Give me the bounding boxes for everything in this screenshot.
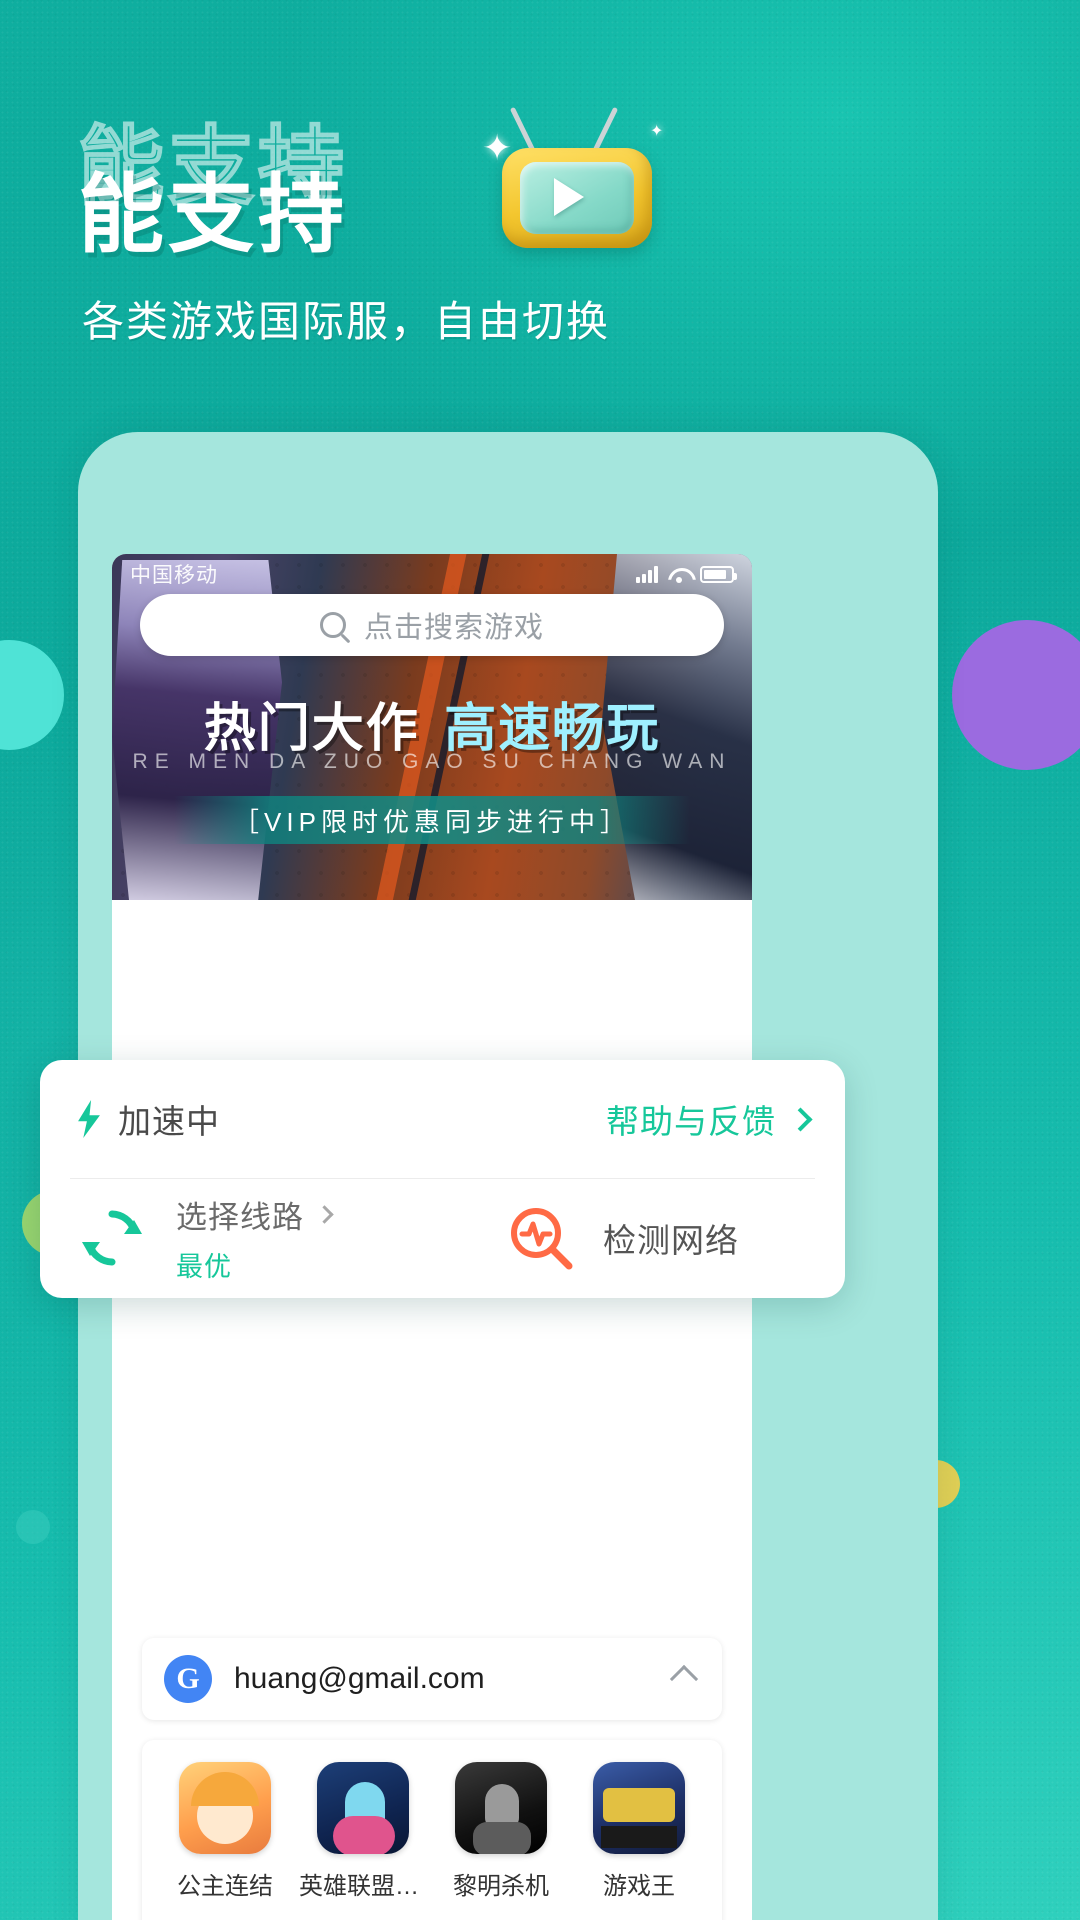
acceleration-card: 加速中 帮助与反馈 选择线路 最优 检测网络 — [40, 1060, 845, 1298]
banner-pinyin: RE MEN DA ZUO GAO SU CHANG WAN — [132, 750, 732, 773]
selected-route-value: 最优 — [176, 1252, 232, 1282]
search-placeholder: 点击搜索游戏 — [363, 612, 544, 644]
game-item-princess[interactable]: 公主连结 — [156, 1762, 294, 1901]
route-title-row: 选择线路 — [176, 1192, 334, 1237]
acceleration-status-label: 加速中 — [118, 1103, 220, 1140]
search-icon — [319, 612, 346, 638]
tv-body — [502, 148, 652, 248]
wifi-icon — [668, 566, 690, 583]
chevron-up-icon[interactable] — [669, 1664, 699, 1694]
game-grid: 公主连结 英雄联盟手游 黎明杀机 游戏王 植物大战僵.. — [156, 1762, 708, 1920]
game-icon-lol — [317, 1762, 409, 1854]
help-feedback-label: 帮助与反馈 — [606, 1103, 776, 1140]
hero-subtitle: 各类游戏国际服，自由切换 — [82, 298, 611, 345]
game-item-yugioh[interactable]: 游戏王 — [570, 1762, 708, 1901]
vip-promo-text: ［VIP限时优惠同步进行中］ — [233, 806, 631, 837]
select-route-button[interactable]: 选择线路 最优 — [76, 1192, 334, 1284]
page-title: 能支持 — [78, 167, 348, 263]
signal-bars-icon — [636, 565, 658, 583]
game-label: 黎明杀机 — [453, 1873, 549, 1900]
carrier-label: 中国移动 — [130, 564, 218, 587]
chevron-right-icon — [315, 1205, 334, 1224]
game-label: 公主连结 — [177, 1873, 273, 1900]
app-hero-banner: 中国移动 点击搜索游戏 热门大作 高速畅玩 RE MEN DA ZUO GAO … — [112, 554, 752, 900]
refresh-circle-icon — [76, 1202, 148, 1274]
play-triangle-icon — [554, 178, 584, 216]
select-route-label: 选择线路 — [176, 1200, 304, 1235]
game-item-dbd[interactable]: 黎明杀机 — [432, 1762, 570, 1901]
google-avatar: G — [164, 1655, 212, 1703]
acceleration-card-body: 选择线路 最优 检测网络 — [40, 1179, 845, 1297]
account-row[interactable]: G huang@gmail.com — [142, 1638, 722, 1720]
acceleration-card-header: 加速中 帮助与反馈 — [40, 1060, 845, 1178]
battery-icon — [700, 565, 737, 583]
status-bar: 中国移动 — [112, 554, 752, 594]
route-text-group: 选择线路 最优 — [176, 1192, 334, 1284]
account-email: huang@gmail.com — [234, 1662, 485, 1695]
status-icons — [636, 565, 737, 583]
check-network-label: 检测网络 — [603, 1222, 739, 1259]
game-icon-princess — [179, 1762, 271, 1854]
game-icon-dbd — [455, 1762, 547, 1854]
game-item-lol[interactable]: 英雄联盟手游 — [294, 1762, 432, 1901]
game-label: 游戏王 — [603, 1873, 675, 1900]
sparkle-icon: ✦ — [650, 123, 664, 140]
tv-play-icon: ✦ ✦ ✦ — [480, 100, 670, 250]
game-grid-card: 公主连结 英雄联盟手游 黎明杀机 游戏王 植物大战僵.. — [142, 1740, 722, 1920]
search-input[interactable]: 点击搜索游戏 — [140, 594, 724, 656]
game-label: 英雄联盟手游 — [299, 1873, 427, 1900]
check-network-button[interactable]: 检测网络 — [505, 1202, 739, 1274]
help-feedback-button[interactable]: 帮助与反馈 — [606, 1095, 813, 1143]
bolt-icon — [76, 1100, 102, 1138]
vip-promo-strip: ［VIP限时优惠同步进行中］ — [174, 796, 690, 844]
network-pulse-icon — [505, 1202, 577, 1274]
decor-blob-teal-small — [16, 1510, 50, 1544]
chevron-right-icon — [788, 1106, 813, 1132]
game-icon-yugioh — [593, 1762, 685, 1854]
